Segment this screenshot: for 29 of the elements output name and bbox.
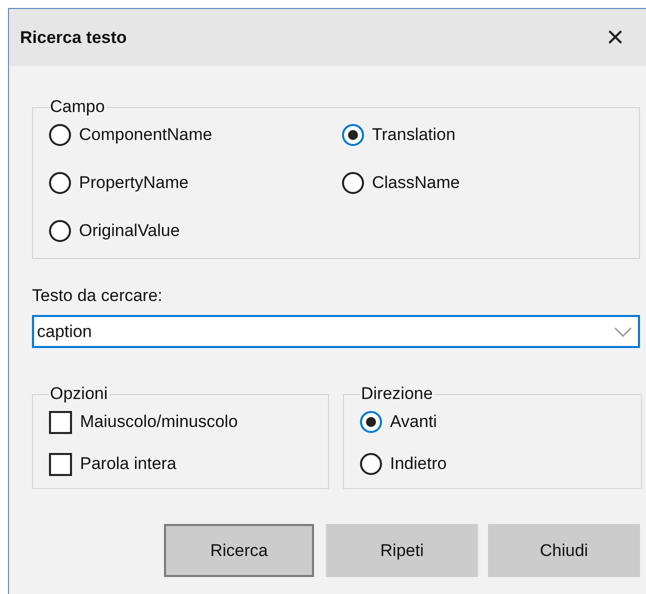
checkbox[interactable] (49, 410, 72, 434)
chevron-down-icon[interactable] (614, 326, 632, 336)
radio-label[interactable]: Translation (372, 125, 456, 145)
dialog-button[interactable]: Chiudi (488, 524, 640, 577)
group-label: Direzione (360, 384, 434, 404)
radio-button[interactable] (360, 411, 382, 433)
checkbox[interactable] (49, 452, 72, 476)
field-label: Testo da cercare: (32, 286, 162, 305)
window-title: Ricerca testo (20, 28, 127, 48)
radio-label[interactable]: Indietro (390, 454, 447, 474)
checkbox-label[interactable]: Maiuscolo/minuscolo (80, 412, 238, 432)
radio-button[interactable] (360, 453, 382, 475)
checkbox-label[interactable]: Parola intera (80, 454, 176, 474)
group-label: Campo (49, 97, 106, 117)
radio-label[interactable]: ClassName (372, 173, 460, 193)
radio-button[interactable] (49, 124, 71, 146)
dialog-button[interactable]: Ricerca (164, 524, 314, 577)
radio-button[interactable] (342, 172, 364, 194)
radio-label[interactable]: Avanti (390, 412, 437, 432)
radio-label[interactable]: PropertyName (79, 173, 189, 193)
radio-button[interactable] (49, 220, 71, 242)
radio-button[interactable] (49, 172, 71, 194)
close-button[interactable]: × (606, 22, 624, 52)
dialog-button[interactable]: Ripeti (326, 524, 478, 577)
radio-label[interactable]: ComponentName (79, 125, 212, 145)
group-label: Opzioni (49, 384, 109, 404)
radio-label[interactable]: OriginalValue (79, 221, 180, 241)
search-combo-box[interactable]: caption (32, 315, 640, 348)
radio-button[interactable] (342, 124, 364, 146)
